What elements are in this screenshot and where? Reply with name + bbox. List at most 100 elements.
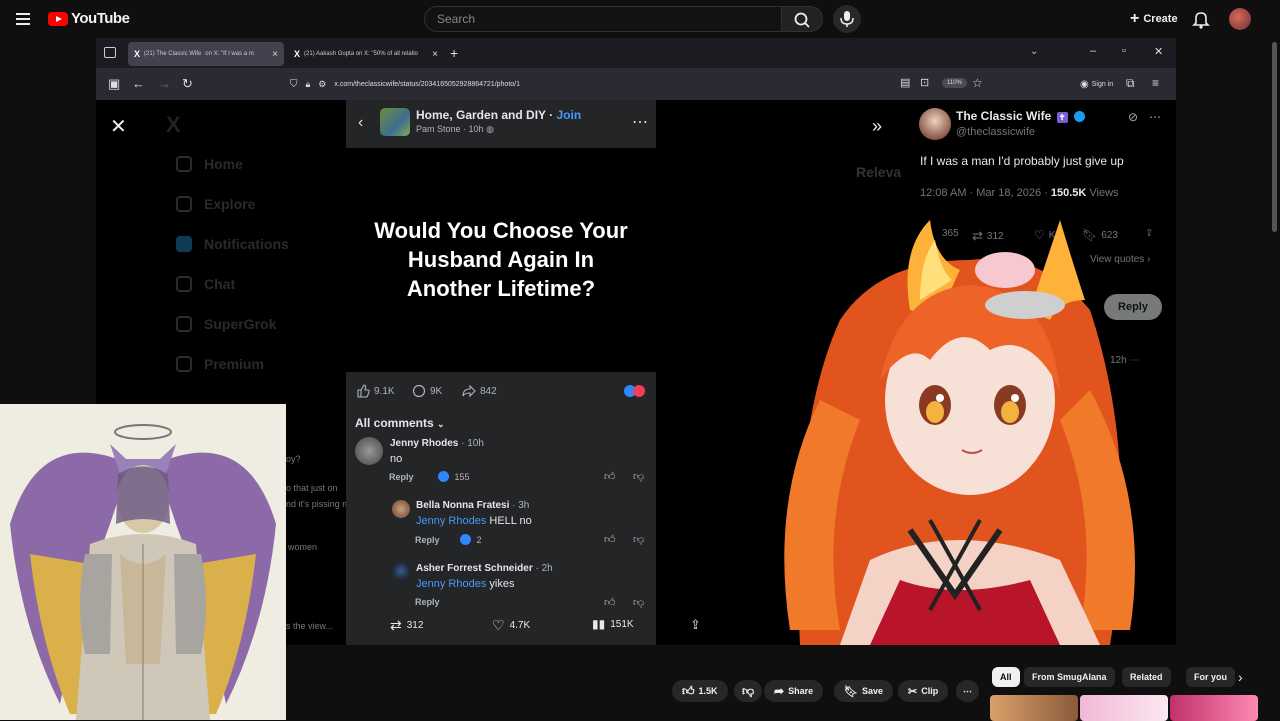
share-action-icon[interactable]: ⇪ xyxy=(690,617,701,633)
related-video-thumbnail[interactable] xyxy=(1170,695,1258,721)
share-button[interactable]: ➦ Share xyxy=(764,680,824,702)
comment-meta: Reply 155 xyxy=(389,471,470,482)
reload-icon[interactable]: ↻ xyxy=(182,76,193,92)
extensions-icon[interactable]: ⧉ xyxy=(1126,76,1135,91)
account-icon: ◉ xyxy=(1080,79,1089,90)
tab-close-icon[interactable]: × xyxy=(432,49,438,60)
tab-classic-wife[interactable]: X (21) The Classic Wife on X: "If I was … xyxy=(128,42,284,66)
thumbs-down-icon: 👎︎ xyxy=(633,534,645,546)
sidebar-item-explore[interactable]: Explore xyxy=(176,196,255,212)
like-button[interactable]: 👍︎ 1.5K xyxy=(672,680,728,702)
page-scrollbar[interactable] xyxy=(1272,42,1277,232)
collapse-panel-icon[interactable]: » xyxy=(872,116,882,137)
search-input[interactable]: Search xyxy=(424,6,782,32)
clip-button[interactable]: ✂ Clip xyxy=(898,680,949,702)
related-video-thumbnail[interactable] xyxy=(990,695,1078,721)
voice-search-button[interactable] xyxy=(833,5,861,33)
tweet-author-avatar[interactable] xyxy=(919,108,951,140)
like-action[interactable]: ♡ 4.7K xyxy=(492,617,530,634)
maximize-icon[interactable]: ▫ xyxy=(1122,45,1126,57)
forward-arrow-icon[interactable]: → xyxy=(158,76,171,91)
search-button[interactable] xyxy=(781,6,823,32)
comment-age: 3h xyxy=(518,500,530,511)
cross-emoji-icon: ✝ xyxy=(1056,112,1068,123)
notifications-bell-icon[interactable] xyxy=(1192,9,1210,29)
all-comments-dropdown: All comments ⌄ xyxy=(355,416,445,430)
zoom-level-badge[interactable]: 110% xyxy=(942,78,967,88)
related-video-thumbnail[interactable] xyxy=(1080,695,1168,721)
account-avatar[interactable] xyxy=(1229,8,1251,30)
back-arrow-icon[interactable]: ← xyxy=(132,76,145,91)
share-arrow-icon xyxy=(462,384,476,398)
close-photo-icon[interactable]: ✕ xyxy=(110,114,127,139)
chip-related[interactable]: Related xyxy=(1122,667,1171,687)
save-button[interactable]: 🔖︎ Save xyxy=(834,680,893,702)
premium-icon xyxy=(176,356,192,372)
share-label: Share xyxy=(788,686,814,696)
fb-post-header: ‹ Home, Garden and DIY · Join Pam Stone … xyxy=(346,100,656,148)
bookmark-star-icon[interactable]: ☆ xyxy=(972,76,983,90)
vtuber-avatar-overlay xyxy=(730,200,1180,645)
tab-subtitle: on X: "If I was a m xyxy=(205,51,254,57)
repost-action[interactable]: ⇄ 312 xyxy=(390,617,423,634)
close-window-icon[interactable]: ✕ xyxy=(1154,45,1163,58)
tweet-author-name[interactable]: The Classic Wife ✝ xyxy=(956,109,1085,123)
firefox-view-icon[interactable] xyxy=(104,47,116,58)
sign-in-button[interactable]: ◉ Sign in xyxy=(1080,79,1113,90)
tweet-author-handle[interactable]: @theclassicwife xyxy=(956,126,1035,138)
youtube-logo-text: YouTube xyxy=(71,10,130,27)
comment-meta: Reply 2 xyxy=(415,534,482,545)
dim-relevant-heading: Releva xyxy=(856,164,902,180)
commenter-name: Asher Forrest Schneider xyxy=(416,563,533,574)
new-tab-plus-icon[interactable]: + xyxy=(450,45,458,61)
sidebar-item-home[interactable]: Home xyxy=(176,156,243,172)
app-menu-icon[interactable]: ≡ xyxy=(1152,76,1159,90)
grok-icon[interactable]: ⊘ xyxy=(1128,110,1138,124)
thumbs-up-icon: 👍︎ xyxy=(604,597,616,609)
permissions-icon[interactable]: ⚙ xyxy=(318,79,326,90)
shield-icon[interactable]: ⛉ xyxy=(290,79,298,90)
lock-icon[interactable]: 🔒︎ xyxy=(306,79,311,90)
url-text[interactable]: x.com/theclassicwife/status/203416505292… xyxy=(334,81,520,88)
love-reaction-icon xyxy=(633,385,645,397)
comment-age-sep: · xyxy=(509,500,519,511)
comment-text: Jenny Rhodes yikes xyxy=(416,578,514,590)
sidebar-label: Notifications xyxy=(204,236,289,252)
fb-comments-section: All comments ⌄ Jenny Rhodes · 10h no Rep… xyxy=(346,410,656,645)
create-button[interactable]: + Create xyxy=(1120,6,1188,32)
more-dots-icon[interactable]: ⋯ xyxy=(1149,110,1161,124)
sidebar-toggle-icon[interactable]: ▣ xyxy=(108,76,120,92)
commenter-avatar xyxy=(392,500,410,518)
chips-next-chevron-icon[interactable]: › xyxy=(1238,669,1243,685)
sidebar-item-premium[interactable]: Premium xyxy=(176,356,264,372)
comment-meta: Reply xyxy=(415,597,440,607)
chip-for-you[interactable]: For you xyxy=(1186,667,1235,687)
chevron-down-icon: ⌄ xyxy=(437,419,445,429)
url-bar[interactable]: ⛉ 🔒︎ ⚙ x.com/theclassicwife/status/20341… xyxy=(284,72,994,96)
views-action[interactable]: ▮▮ 151K xyxy=(592,617,634,631)
sidebar-item-supergrok[interactable]: SuperGrok xyxy=(176,316,276,332)
sidebar-item-chat[interactable]: Chat xyxy=(176,276,235,292)
sidebar-item-notifications[interactable]: Notifications xyxy=(176,236,289,252)
dislike-button[interactable]: 👎︎ xyxy=(734,680,763,702)
tab-list-chevron-icon[interactable]: ⌄ xyxy=(1030,46,1038,57)
youtube-video-actions: 👍︎ 1.5K 👎︎ ➦ Share 🔖︎ Save ✂ Clip ⋯ All … xyxy=(286,645,1280,721)
hamburger-menu-icon[interactable] xyxy=(14,9,34,29)
views-label: Views xyxy=(1086,187,1119,199)
chip-all[interactable]: All xyxy=(992,667,1020,687)
chip-from-smugalana[interactable]: From SmugAlana xyxy=(1024,667,1115,687)
pocket-icon[interactable]: ⊡ xyxy=(920,76,929,89)
more-actions-icon[interactable]: ⋯ xyxy=(956,680,979,702)
x-logo-icon: X xyxy=(134,49,141,59)
views-count: 150.5K xyxy=(1050,187,1087,199)
comment-age: 2h xyxy=(541,563,553,574)
youtube-logo[interactable]: YouTube xyxy=(48,10,130,27)
reader-view-icon[interactable]: ▤ xyxy=(900,76,910,89)
tweet-text: If I was a man I'd probably just give up xyxy=(920,154,1124,168)
tab-aakash-gupta[interactable]: X (21) Aakash Gupta on X: "50% of all re… xyxy=(288,42,444,66)
minimize-icon[interactable]: – xyxy=(1090,45,1096,57)
tab-close-icon[interactable]: × xyxy=(272,49,278,60)
upload-icon: ⇪ xyxy=(690,617,701,632)
shares-value: 842 xyxy=(480,385,497,397)
dim-text-line: oy? xyxy=(286,454,301,464)
